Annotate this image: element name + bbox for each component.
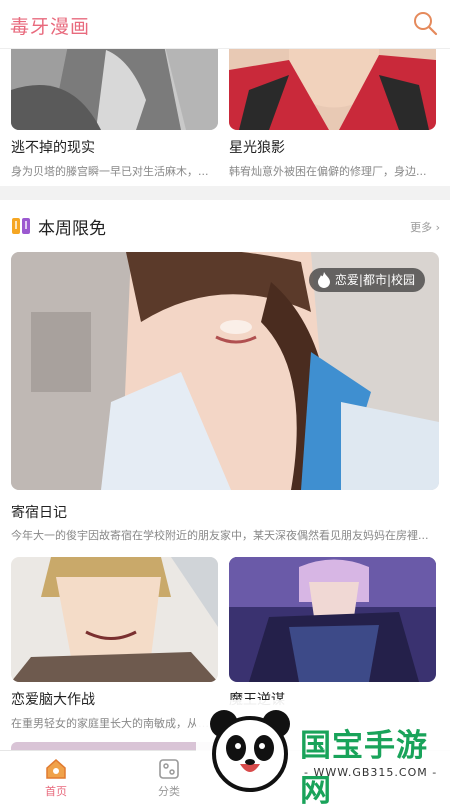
comic-description: 今年大一的俊宇因故寄宿在学校附近的朋友家中，某天深夜偶然看见朋友妈妈在房裡...: [11, 529, 429, 542]
comic-description: 在重男轻女的家庭里长大的南敏成，从小...: [11, 717, 216, 730]
cover-image[interactable]: [11, 557, 218, 682]
featured-banner[interactable]: 恋爱|都市|校园: [11, 252, 439, 490]
genre-tag: 恋爱|都市|校园: [308, 268, 425, 292]
comic-description: 韩宥灿意外被困在偏僻的修理厂，身边...: [229, 165, 427, 178]
comic-cover-art: [11, 557, 218, 682]
site-watermark: 国宝手游网 - WWW.GB315.COM -: [196, 700, 450, 809]
panda-logo-icon: [210, 710, 290, 792]
section-header: 本周限免 更多 ›: [0, 206, 450, 246]
comic-title[interactable]: 恋爱脑大作战: [11, 689, 95, 709]
section-title: 本周限免: [38, 219, 106, 239]
cover-image[interactable]: [229, 557, 436, 682]
tab-label: 首页: [45, 785, 67, 798]
section-divider: [0, 186, 450, 200]
comic-title[interactable]: 逃不掉的现实: [11, 137, 95, 157]
comic-cover-art: [229, 557, 436, 682]
comic-description: 身为贝塔的滕宫瞬一早已对生活麻木，...: [11, 165, 209, 178]
flame-icon: [317, 272, 330, 288]
watermark-url: - WWW.GB315.COM -: [304, 766, 438, 779]
comic-title[interactable]: 星光狼影: [229, 137, 285, 157]
book-icon: [12, 218, 30, 234]
more-link[interactable]: 更多 ›: [410, 219, 440, 235]
chevron-right-icon: ›: [435, 221, 440, 234]
app-header: 毒牙漫画: [0, 0, 450, 49]
app-title: 毒牙漫画: [10, 16, 91, 38]
search-icon[interactable]: [412, 10, 438, 36]
more-label: 更多: [410, 221, 433, 234]
watermark-text: 国宝手游网: [300, 728, 428, 809]
genre-tag-text: 恋爱|都市|校园: [334, 273, 415, 287]
comic-title[interactable]: 寄宿日记: [11, 502, 67, 522]
tab-home[interactable]: 首页: [16, 751, 96, 801]
category-icon: [159, 759, 179, 779]
home-icon: [46, 758, 66, 779]
